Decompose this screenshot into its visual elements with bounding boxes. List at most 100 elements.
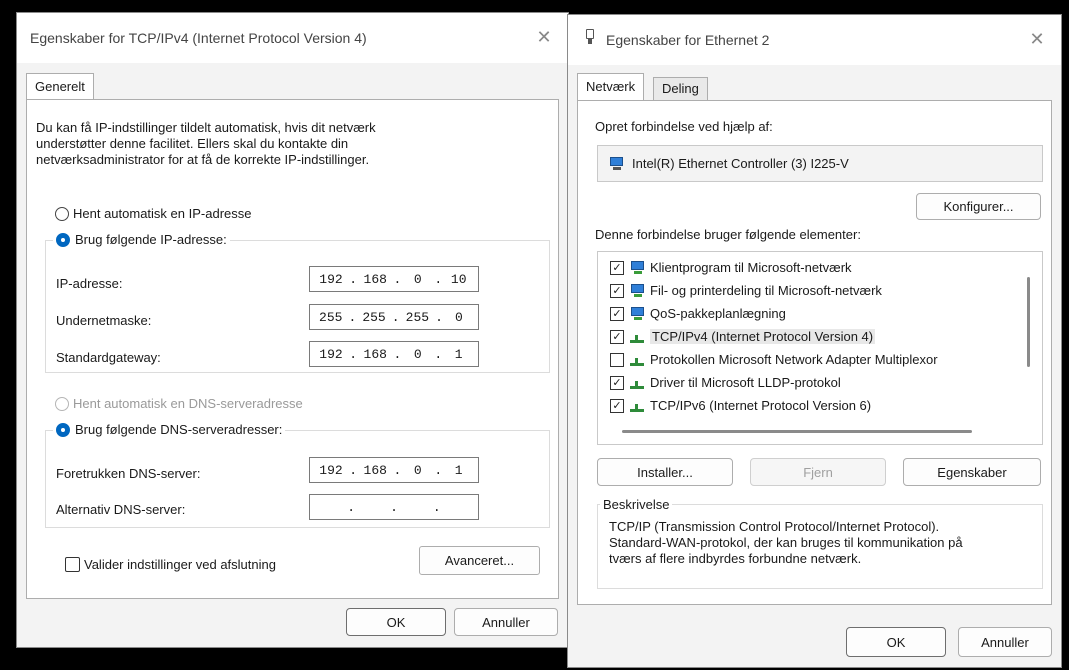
- tab-sharing[interactable]: Deling: [653, 77, 708, 101]
- protocol-icon: [629, 330, 645, 344]
- radio-manual-ip-indicator[interactable]: [56, 232, 70, 247]
- ip-address-field[interactable]: 192. 168. 0. 10: [309, 266, 479, 292]
- item-label: TCP/IPv6 (Internet Protocol Version 6): [650, 398, 872, 413]
- radio-auto-dns-label: Hent automatisk en DNS-serveradresse: [73, 396, 303, 411]
- item-checkbox[interactable]: [610, 352, 624, 367]
- alternate-dns-field[interactable]: . . .: [309, 494, 479, 520]
- ip-dot: .: [393, 346, 402, 362]
- ok-button-label: OK: [386, 614, 406, 630]
- ip-dot: .: [391, 309, 400, 325]
- radio-manual-dns[interactable]: Brug følgende DNS-serveradresser:: [53, 422, 286, 437]
- list-item[interactable]: ✓ Klientprogram til Microsoft-netværk: [610, 256, 852, 279]
- eth-cancel-button[interactable]: Annuller: [958, 627, 1052, 657]
- horizontal-scrollbar[interactable]: [622, 430, 972, 433]
- tab-sharing-label: Deling: [662, 81, 699, 96]
- network-adapter-icon: [585, 29, 595, 45]
- tcpipv4-properties-dialog: Egenskaber for TCP/IPv4 (Internet Protoc…: [16, 12, 569, 648]
- item-checkbox[interactable]: ✓: [610, 306, 624, 321]
- item-checkbox[interactable]: ✓: [610, 260, 624, 275]
- dialog-title: Egenskaber for Ethernet 2: [606, 32, 770, 48]
- protocol-icon: [629, 376, 645, 390]
- preferred-dns-label: Foretrukken DNS-server:: [56, 466, 201, 481]
- ip-dot: .: [393, 271, 402, 287]
- vertical-scrollbar[interactable]: [1027, 277, 1030, 367]
- network-adapter-icon-body: [586, 29, 594, 39]
- dialog-title: Egenskaber for TCP/IPv4 (Internet Protoc…: [30, 30, 367, 46]
- configure-button[interactable]: Konfigurer...: [916, 193, 1041, 220]
- ip-dot: .: [349, 271, 358, 287]
- item-checkbox[interactable]: ✓: [610, 283, 624, 298]
- ip-octet: 168: [363, 462, 387, 478]
- eth-ok-button[interactable]: OK: [846, 627, 946, 657]
- validate-checkbox-box[interactable]: [65, 557, 80, 572]
- protocol-icon: [629, 353, 645, 367]
- cancel-button-label: Annuller: [981, 634, 1029, 650]
- network-client-icon: [629, 260, 645, 275]
- ip-dot: .: [393, 462, 402, 478]
- item-checkbox[interactable]: ✓: [610, 398, 624, 413]
- radio-auto-ip-indicator[interactable]: [55, 206, 69, 221]
- tab-network-label: Netværk: [586, 79, 636, 94]
- list-item[interactable]: ✓ TCP/IPv6 (Internet Protocol Version 6): [610, 394, 871, 417]
- tcp-cancel-button[interactable]: Annuller: [454, 608, 558, 636]
- list-item[interactable]: ✓ Driver til Microsoft LLDP-protokol: [610, 371, 841, 394]
- install-button[interactable]: Installer...: [597, 458, 733, 486]
- intro-line: understøtter denne facilitet. Ellers ska…: [36, 136, 349, 151]
- adapter-icon: [608, 156, 624, 171]
- radio-auto-dns[interactable]: Hent automatisk en DNS-serveradresse: [55, 396, 303, 411]
- item-label: Fil- og printerdeling til Microsoft-netv…: [650, 283, 882, 298]
- ip-dot: .: [349, 346, 358, 362]
- radio-manual-dns-label: Brug følgende DNS-serveradresser:: [75, 422, 283, 437]
- ip-octet: 0: [413, 462, 422, 478]
- close-icon[interactable]: ✕: [1025, 27, 1049, 51]
- radio-auto-dns-indicator[interactable]: [55, 396, 69, 411]
- ip-octet: 168: [363, 346, 387, 362]
- list-item[interactable]: ✓ Fil- og printerdeling til Microsoft-ne…: [610, 279, 882, 302]
- item-checkbox[interactable]: ✓: [610, 375, 624, 390]
- tab-network[interactable]: Netværk: [577, 73, 645, 101]
- advanced-button-label: Avanceret...: [444, 553, 515, 568]
- item-label: TCP/IPv4 (Internet Protocol Version 4): [650, 329, 876, 344]
- ip-dot: .: [434, 271, 443, 287]
- list-item[interactable]: ✓ TCP/IPv4 (Internet Protocol Version 4): [610, 325, 876, 348]
- ip-dot: .: [434, 462, 443, 478]
- ip-octet: 0: [413, 346, 422, 362]
- ok-button-label: OK: [886, 634, 906, 650]
- tab-general[interactable]: Generelt: [26, 73, 94, 100]
- tcp-ok-button[interactable]: OK: [346, 608, 446, 636]
- adapter-box: Intel(R) Ethernet Controller (3) I225-V: [597, 145, 1043, 182]
- list-item[interactable]: ✓ QoS-pakkeplanlægning: [610, 302, 786, 325]
- install-button-label: Installer...: [637, 464, 693, 480]
- radio-auto-ip[interactable]: Hent automatisk en IP-adresse: [55, 206, 251, 221]
- ip-dot: .: [434, 346, 443, 362]
- list-item[interactable]: Protokollen Microsoft Network Adapter Mu…: [610, 348, 938, 371]
- subnet-mask-label: Undernetmaske:: [56, 313, 152, 328]
- radio-manual-ip[interactable]: Brug følgende IP-adresse:: [53, 232, 230, 247]
- network-panel: Opret forbindelse ved hjælp af: Intel(R)…: [577, 100, 1052, 605]
- preferred-dns-field[interactable]: 192. 168. 0. 1: [309, 457, 479, 483]
- subnet-mask-field[interactable]: 255. 255. 255. 0: [309, 304, 479, 330]
- ip-dot: .: [347, 499, 356, 515]
- items-label: Denne forbindelse bruger følgende elemen…: [595, 227, 861, 242]
- item-label: Driver til Microsoft LLDP-protokol: [650, 375, 841, 390]
- default-gateway-field[interactable]: 192. 168. 0. 1: [309, 341, 479, 367]
- description-line: Standard-WAN-protokol, der kan bruges ti…: [609, 535, 963, 550]
- close-icon[interactable]: ✕: [532, 25, 556, 49]
- title-bar: Egenskaber for TCP/IPv4 (Internet Protoc…: [17, 13, 568, 63]
- description-label: Beskrivelse: [600, 497, 673, 512]
- ip-octet: 1: [454, 462, 463, 478]
- default-gateway-label: Standardgateway:: [56, 350, 161, 365]
- properties-button[interactable]: Egenskaber: [903, 458, 1041, 486]
- item-checkbox[interactable]: ✓: [610, 329, 624, 344]
- item-label: Protokollen Microsoft Network Adapter Mu…: [650, 352, 938, 367]
- ip-octet: 1: [454, 346, 463, 362]
- intro-line: Du kan få IP-indstillinger tildelt autom…: [36, 120, 376, 135]
- ip-octet: 255: [405, 309, 430, 325]
- advanced-button[interactable]: Avanceret...: [419, 546, 540, 575]
- radio-manual-dns-indicator[interactable]: [56, 422, 70, 437]
- validate-settings-checkbox[interactable]: Valider indstillinger ved afslutning: [65, 557, 276, 572]
- description-line: TCP/IP (Transmission Control Protocol/In…: [609, 519, 940, 534]
- remove-button[interactable]: Fjern: [750, 458, 886, 486]
- ip-octet: 168: [363, 271, 387, 287]
- general-panel: Du kan få IP-indstillinger tildelt autom…: [26, 99, 559, 599]
